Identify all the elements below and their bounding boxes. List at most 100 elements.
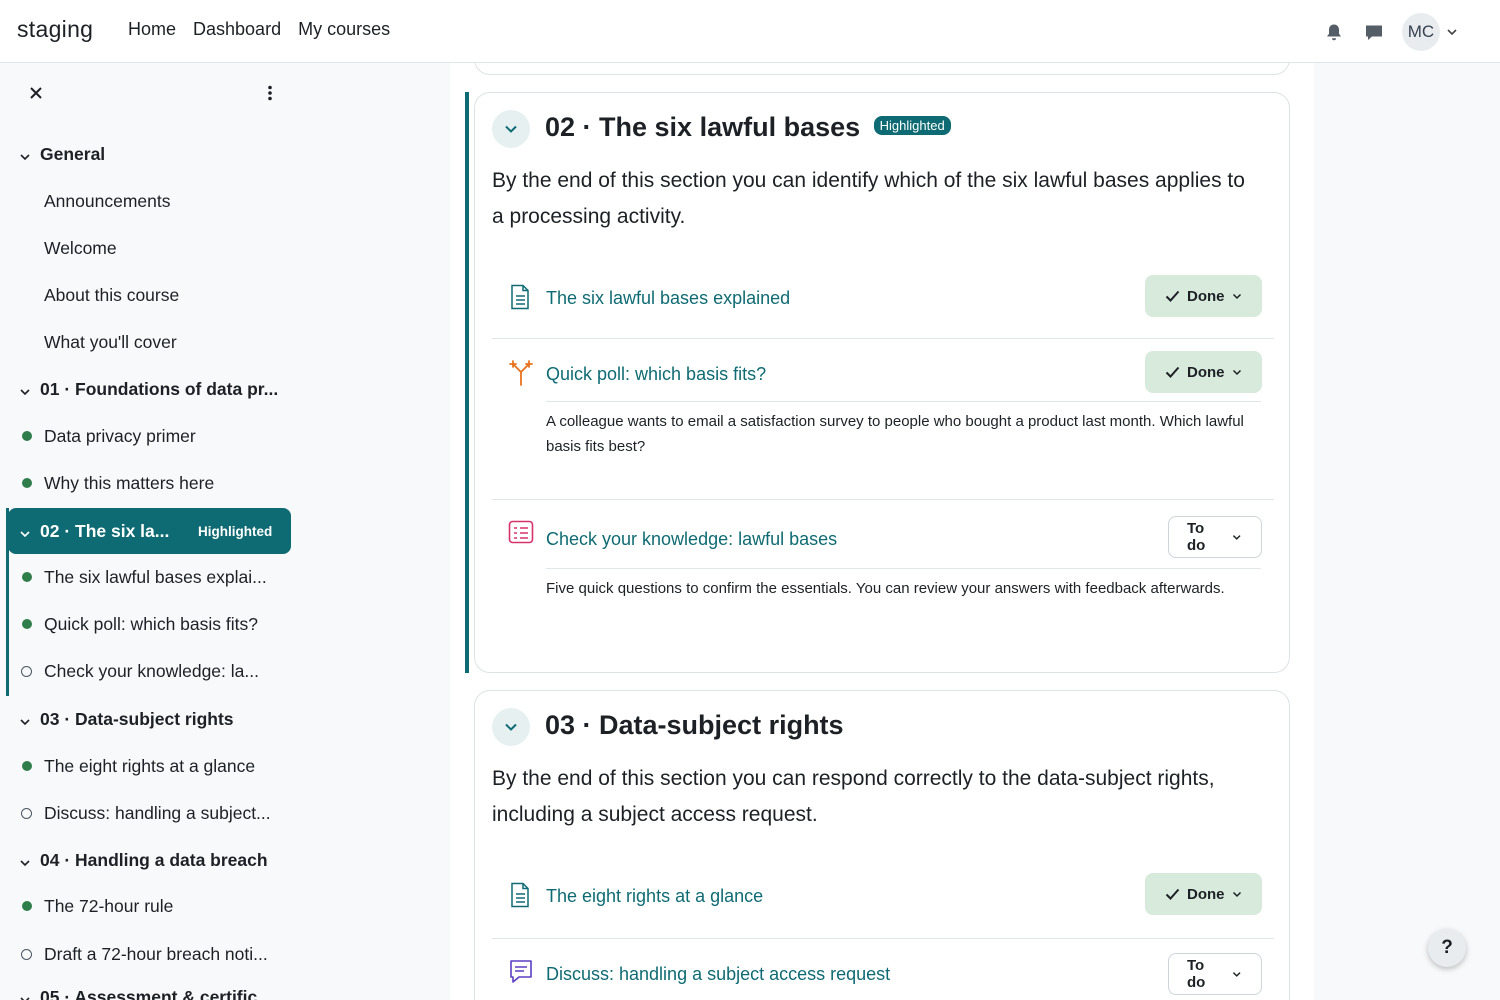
course-index-activity[interactable]: Quick poll: which basis fits? xyxy=(0,604,290,644)
course-index-activity[interactable]: Why this matters here xyxy=(0,463,290,503)
chevron-down-icon xyxy=(1232,891,1241,897)
course-index-section[interactable]: 05 · Assessment & certific... xyxy=(0,977,290,1000)
course-index-activity[interactable]: Welcome xyxy=(0,228,290,268)
completion-dropdown-button[interactable]: Done xyxy=(1145,351,1262,393)
chevron-down-icon[interactable] xyxy=(19,147,33,161)
chat-icon[interactable] xyxy=(1354,13,1394,51)
activity-link[interactable]: The six lawful bases explained xyxy=(546,288,790,309)
completion-status: To do xyxy=(1187,520,1206,554)
section-summary: By the end of this section you can respo… xyxy=(492,767,1215,826)
activity-item: Quick poll: which basis fits? Done A col… xyxy=(492,351,1274,501)
user-avatar[interactable]: MC xyxy=(1402,13,1440,51)
course-index-label: What you'll cover xyxy=(44,331,177,352)
activity-link[interactable]: Check your knowledge: lawful bases xyxy=(546,529,837,550)
chevron-down-icon xyxy=(1232,971,1241,977)
choice-icon xyxy=(508,360,534,386)
help-button[interactable]: ? xyxy=(1428,929,1466,967)
chevron-down-icon[interactable] xyxy=(1446,25,1460,39)
section-title: 02 · The six lawful bases Highlighted xyxy=(545,112,951,143)
course-index-activity[interactable]: Check your knowledge: la... xyxy=(0,651,290,691)
course-index-activity[interactable]: Draft a 72-hour breach noti... xyxy=(0,934,290,974)
primary-navigation: Home Dashboard My courses xyxy=(128,19,390,40)
completion-dropdown-button[interactable]: To do xyxy=(1168,516,1262,558)
check-icon xyxy=(1165,366,1180,378)
course-index-label: Why this matters here xyxy=(44,472,215,493)
chevron-down-icon xyxy=(1232,293,1241,299)
course-index-label: 03 · Data-subject rights xyxy=(40,708,234,729)
chevron-down-icon xyxy=(1232,534,1241,540)
chevron-down-icon[interactable] xyxy=(19,712,33,726)
course-index-activity[interactable]: The eight rights at a glance xyxy=(0,746,290,786)
more-options-icon[interactable] xyxy=(258,81,282,105)
course-index-label: Welcome xyxy=(44,237,117,258)
previous-section-card xyxy=(474,63,1290,75)
nav-link-home[interactable]: Home xyxy=(128,19,176,40)
activity-divider xyxy=(492,499,1274,500)
completion-dropdown-button[interactable]: To do xyxy=(1168,953,1262,995)
course-index-label: The six lawful bases explai... xyxy=(44,566,267,587)
activity-link[interactable]: The eight rights at a glance xyxy=(546,886,763,907)
course-index-label: 01 · Foundations of data pr... xyxy=(40,378,279,399)
nav-link-my-courses[interactable]: My courses xyxy=(298,19,390,40)
chevron-down-icon[interactable] xyxy=(19,382,33,396)
course-index-section[interactable]: 04 · Handling a data breach xyxy=(0,840,290,880)
course-index-activity[interactable]: About this course xyxy=(0,275,290,315)
close-icon[interactable] xyxy=(24,81,48,105)
activity-link[interactable]: Discuss: handling a subject access reque… xyxy=(546,964,890,985)
course-index-label: Check your knowledge: la... xyxy=(44,660,259,681)
completion-dot-icon xyxy=(22,901,32,911)
course-index-activity[interactable]: What you'll cover xyxy=(0,322,290,362)
bell-icon[interactable] xyxy=(1314,13,1354,51)
activity-link[interactable]: Quick poll: which basis fits? xyxy=(546,364,766,385)
course-index-activity[interactable]: The six lawful bases explai... xyxy=(0,557,290,597)
completion-status: Done xyxy=(1187,287,1225,305)
section-title-text: 02 · The six lawful bases xyxy=(545,112,861,142)
completion-status: Done xyxy=(1187,363,1225,381)
course-index-activity[interactable]: Announcements xyxy=(0,181,290,221)
check-icon xyxy=(1165,290,1180,302)
completion-dropdown-button[interactable]: Done xyxy=(1145,275,1262,317)
description-divider xyxy=(546,568,1261,569)
completion-status: Done xyxy=(1187,885,1225,903)
right-gutter xyxy=(1314,63,1500,1000)
course-index-activity[interactable]: Data privacy primer xyxy=(0,416,290,456)
course-index-activity[interactable]: Discuss: handling a subject... xyxy=(0,793,290,833)
course-index-section[interactable]: General xyxy=(0,134,290,174)
course-index-section[interactable]: 03 · Data-subject rights xyxy=(0,699,290,739)
completion-dot-icon xyxy=(22,572,32,582)
course-index-label: Draft a 72-hour breach noti... xyxy=(44,943,268,964)
incomplete-circle-icon xyxy=(21,807,32,819)
quiz-icon xyxy=(508,520,534,546)
section-title: 03 · Data-subject rights xyxy=(545,710,844,740)
course-index-label: Quick poll: which basis fits? xyxy=(44,613,258,634)
page-icon xyxy=(508,882,534,908)
check-icon xyxy=(1165,888,1180,900)
nav-link-dashboard[interactable]: Dashboard xyxy=(193,19,281,40)
course-index-section[interactable]: 01 · Foundations of data pr... xyxy=(0,369,290,409)
description-divider xyxy=(546,401,1261,402)
course-index-section[interactable]: 02 · The six la... Highlighted xyxy=(8,508,291,554)
completion-status: To do xyxy=(1187,957,1206,991)
course-index-label: The 72-hour rule xyxy=(44,895,174,916)
incomplete-circle-icon xyxy=(21,948,32,960)
activity-divider xyxy=(492,938,1274,939)
activity-divider xyxy=(492,338,1274,339)
activity-item: Check your knowledge: lawful bases To do… xyxy=(492,516,1274,666)
top-navbar: staging Home Dashboard My courses MC xyxy=(0,0,1500,63)
chevron-down-icon[interactable] xyxy=(19,990,33,1000)
course-index-label: 05 · Assessment & certific... xyxy=(40,986,272,1000)
site-brand[interactable]: staging xyxy=(17,16,93,43)
course-content: 02 · The six lawful bases Highlighted By… xyxy=(450,63,1314,1000)
completion-dot-icon xyxy=(22,478,32,488)
course-index-activity[interactable]: The 72-hour rule xyxy=(0,886,290,926)
section-collapse-toggle[interactable] xyxy=(492,708,530,746)
chevron-down-icon[interactable] xyxy=(19,853,33,867)
highlighted-badge: Highlighted xyxy=(198,523,273,539)
page-icon xyxy=(508,284,534,310)
completion-dot-icon xyxy=(22,761,32,771)
course-index-label: The eight rights at a glance xyxy=(44,755,256,776)
chevron-down-icon[interactable] xyxy=(19,524,33,538)
section-collapse-toggle[interactable] xyxy=(492,110,530,148)
completion-dot-icon xyxy=(22,431,32,441)
completion-dropdown-button[interactable]: Done xyxy=(1145,873,1262,915)
